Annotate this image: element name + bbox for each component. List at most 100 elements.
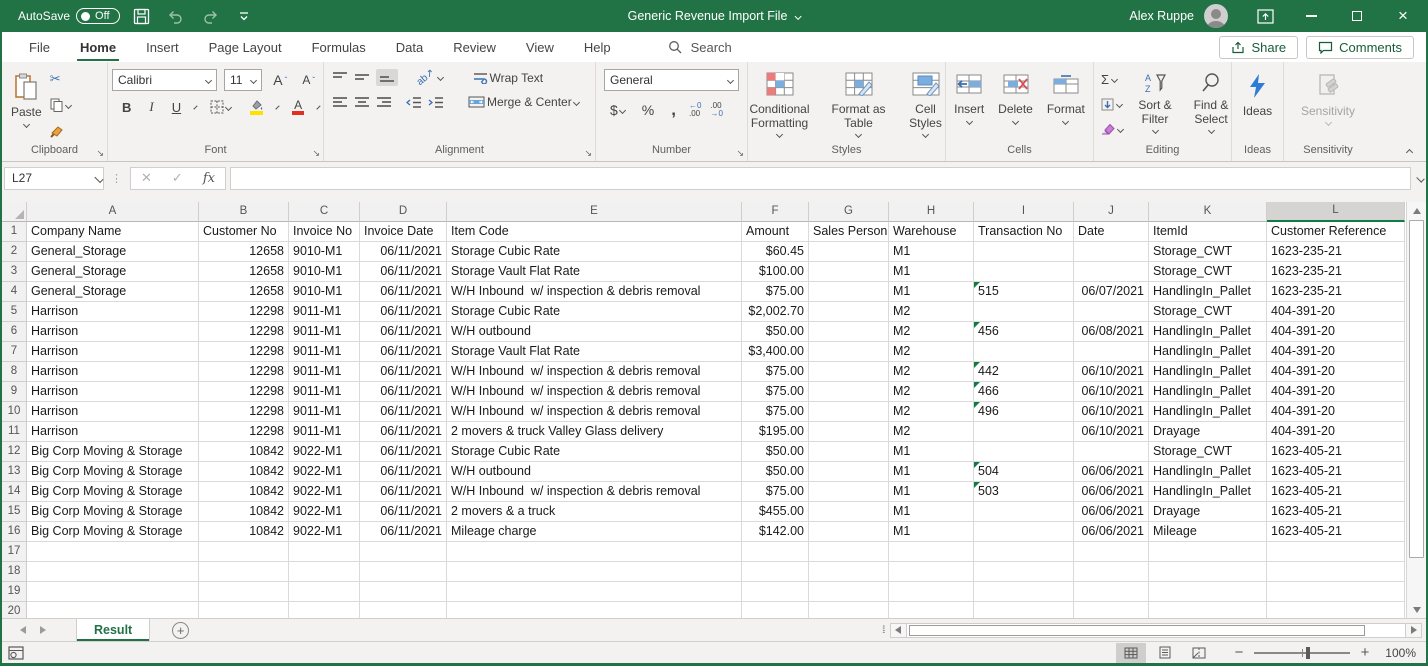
cell[interactable]: 1623-405-21 <box>1267 462 1405 482</box>
cell[interactable]: W/H outbound <box>447 322 742 342</box>
insert-cells-button[interactable]: Insert <box>949 66 989 143</box>
middle-align-button[interactable] <box>354 71 370 84</box>
percent-style-button[interactable]: % <box>638 102 658 118</box>
increase-font-size-button[interactable]: Aˆ <box>269 72 291 88</box>
row-header-14[interactable]: 14 <box>2 482 27 502</box>
cell[interactable]: $75.00 <box>742 282 809 302</box>
cell[interactable]: 404-391-20 <box>1267 302 1405 322</box>
cell[interactable]: $50.00 <box>742 442 809 462</box>
cell[interactable] <box>889 562 974 582</box>
cell[interactable]: HandlingIn_Pallet <box>1149 482 1267 502</box>
cell[interactable]: M1 <box>889 442 974 462</box>
cell[interactable]: 9022-M1 <box>289 462 360 482</box>
enter-icon[interactable]: ✓ <box>172 170 183 186</box>
previous-sheet-button[interactable] <box>20 626 26 634</box>
top-align-button[interactable] <box>332 71 348 84</box>
title-dropdown-icon[interactable] <box>794 12 801 19</box>
cell[interactable]: 2 movers & truck Valley Glass delivery <box>447 422 742 442</box>
cell[interactable]: $195.00 <box>742 422 809 442</box>
zoom-slider[interactable] <box>1254 652 1350 654</box>
cell[interactable]: W/H Inbound w/ inspection & debris remov… <box>447 482 742 502</box>
cell[interactable]: M1 <box>889 522 974 542</box>
cell[interactable] <box>1074 342 1149 362</box>
cell[interactable] <box>1074 242 1149 262</box>
cell[interactable]: 12658 <box>199 242 289 262</box>
row-header-18[interactable]: 18 <box>2 562 27 582</box>
cell[interactable] <box>1267 542 1405 562</box>
cell[interactable] <box>809 522 889 542</box>
cell[interactable]: 06/11/2021 <box>360 322 447 342</box>
cell[interactable]: 06/08/2021 <box>1074 322 1149 342</box>
cell[interactable]: HandlingIn_Pallet <box>1149 282 1267 302</box>
cell[interactable]: Big Corp Moving & Storage <box>27 462 199 482</box>
cell[interactable]: Harrison <box>27 362 199 382</box>
row-header-15[interactable]: 15 <box>2 502 27 522</box>
cell[interactable]: HandlingIn_Pallet <box>1149 462 1267 482</box>
cell[interactable]: M2 <box>889 302 974 322</box>
search-box[interactable]: Search <box>668 40 732 55</box>
cell[interactable]: W/H Inbound w/ inspection & debris remov… <box>447 402 742 422</box>
cell[interactable]: M1 <box>889 262 974 282</box>
cell[interactable]: 404-391-20 <box>1267 422 1405 442</box>
cell[interactable] <box>1267 582 1405 602</box>
cell[interactable] <box>1149 602 1267 618</box>
cell[interactable] <box>974 242 1074 262</box>
find-select-button[interactable]: Find & Select <box>1184 66 1238 143</box>
cell[interactable]: M1 <box>889 462 974 482</box>
decrease-font-size-button[interactable]: Aˇ <box>298 73 319 87</box>
tab-scrollbar-splitter[interactable]: ⁞⁞ <box>882 625 884 636</box>
cell[interactable] <box>974 502 1074 522</box>
tab-home[interactable]: Home <box>65 32 131 62</box>
cell[interactable]: M2 <box>889 382 974 402</box>
cell[interactable] <box>809 562 889 582</box>
cell[interactable] <box>1074 262 1149 282</box>
cell[interactable] <box>447 582 742 602</box>
cell[interactable]: 466 <box>974 382 1074 402</box>
format-as-table-button[interactable]: Format as Table <box>825 66 893 143</box>
cell[interactable]: Storage_CWT <box>1149 302 1267 322</box>
cell[interactable] <box>809 382 889 402</box>
cell[interactable] <box>199 542 289 562</box>
cell[interactable]: 1623-405-21 <box>1267 442 1405 462</box>
format-painter-button[interactable] <box>47 120 74 142</box>
cell[interactable] <box>1074 542 1149 562</box>
cell[interactable]: HandlingIn_Pallet <box>1149 402 1267 422</box>
cell[interactable]: 06/10/2021 <box>1074 362 1149 382</box>
sort-filter-button[interactable]: A Z Sort & Filter <box>1128 66 1182 143</box>
paste-button[interactable]: Paste <box>6 66 47 143</box>
cell[interactable] <box>1149 562 1267 582</box>
cell[interactable] <box>289 562 360 582</box>
maximize-button[interactable] <box>1334 0 1380 32</box>
row-header-7[interactable]: 7 <box>2 342 27 362</box>
cell[interactable]: Sales Person <box>809 222 889 242</box>
record-macro-icon[interactable] <box>8 646 24 660</box>
column-header-I[interactable]: I <box>974 202 1074 222</box>
select-all-corner[interactable] <box>2 202 27 222</box>
tab-help[interactable]: Help <box>569 32 626 62</box>
cell[interactable] <box>974 342 1074 362</box>
cell[interactable]: 06/06/2021 <box>1074 502 1149 522</box>
cell[interactable] <box>974 442 1074 462</box>
cell[interactable]: 1623-405-21 <box>1267 502 1405 522</box>
cell[interactable] <box>809 282 889 302</box>
row-header-20[interactable]: 20 <box>2 602 27 618</box>
cell[interactable]: $75.00 <box>742 382 809 402</box>
tab-insert[interactable]: Insert <box>131 32 194 62</box>
undo-button[interactable] <box>164 3 188 29</box>
conditional-formatting-button[interactable]: Conditional Formatting <box>739 66 821 143</box>
cell[interactable] <box>1074 602 1149 618</box>
tab-review[interactable]: Review <box>438 32 511 62</box>
cell[interactable] <box>199 582 289 602</box>
cell[interactable] <box>27 562 199 582</box>
cell[interactable]: W/H Inbound w/ inspection & debris remov… <box>447 382 742 402</box>
cell[interactable]: 9022-M1 <box>289 442 360 462</box>
cell[interactable]: Storage Vault Flat Rate <box>447 342 742 362</box>
formula-input[interactable] <box>230 167 1411 190</box>
font-color-button[interactable]: A <box>288 100 308 115</box>
cell[interactable] <box>809 422 889 442</box>
number-format-select[interactable]: General <box>604 69 739 91</box>
font-color-dropdown-icon[interactable] <box>317 105 321 109</box>
underline-dropdown-icon[interactable] <box>194 105 198 109</box>
cell[interactable]: Storage Cubic Rate <box>447 302 742 322</box>
cell[interactable] <box>1074 582 1149 602</box>
